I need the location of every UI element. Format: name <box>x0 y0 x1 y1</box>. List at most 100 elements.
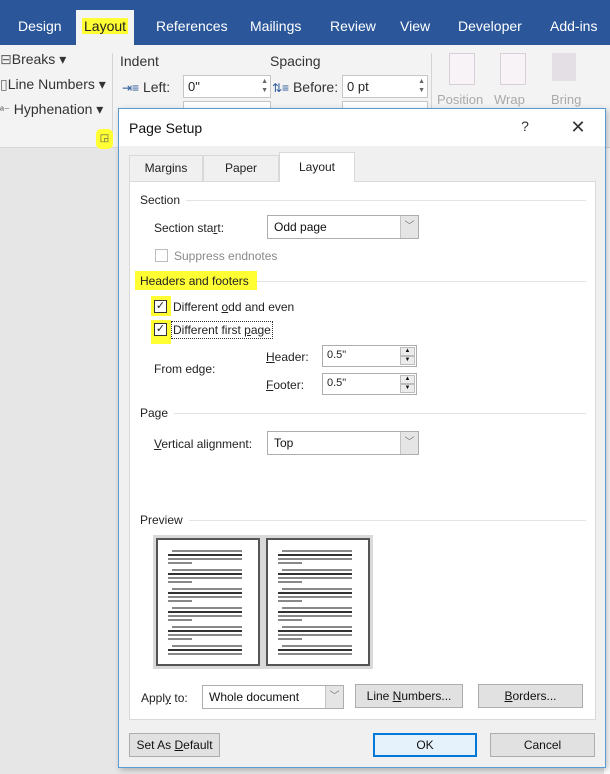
preview-divider <box>140 520 586 521</box>
hyphenation-label: Hyphenation ▾ <box>13 101 104 117</box>
cancel-button[interactable]: Cancel <box>490 733 595 757</box>
preview-text-line <box>282 626 352 628</box>
bring-forward-icon <box>552 53 576 81</box>
preview-text-line <box>278 600 302 602</box>
preview-text-line <box>278 630 352 632</box>
tab-developer[interactable]: Developer <box>450 10 530 45</box>
tab-mailings[interactable]: Mailings <box>242 10 309 45</box>
headers-footers-group-label: Headers and footers <box>140 274 249 288</box>
preview-text-line <box>278 581 302 583</box>
spin-down-icon[interactable]: ▼ <box>400 356 415 365</box>
preview-text-line <box>278 573 352 575</box>
preview-text-line <box>168 577 242 579</box>
dialog-launcher-icon[interactable]: ◲ <box>96 129 113 149</box>
preview-page-right <box>266 538 370 666</box>
tab-references[interactable]: References <box>148 10 236 45</box>
preview-text-line <box>168 619 192 621</box>
preview-text-line <box>278 562 302 564</box>
indent-left-input[interactable]: 0" ▲ ▼ <box>183 75 271 98</box>
borders-button[interactable]: Borders... <box>478 684 583 708</box>
preview-text-line <box>278 592 352 594</box>
footer-spinner[interactable]: ▲ ▼ <box>400 375 415 393</box>
preview-text-line <box>172 626 242 628</box>
line-numbers-button[interactable]: ▯Line Numbers ▾ <box>0 76 106 93</box>
tab-paper[interactable]: Paper <box>203 155 279 181</box>
preview-text-line <box>168 592 242 594</box>
page-setup-dialog: Page Setup ? ✕ Margins Paper Layout Sect… <box>118 108 606 768</box>
preview-text-line <box>172 607 242 609</box>
close-icon: ✕ <box>570 117 586 137</box>
set-as-default-button[interactable]: Set As Default <box>129 733 220 757</box>
header-distance-input[interactable]: 0.5" ▲ ▼ <box>322 345 417 367</box>
wrap-text-icon <box>500 53 526 85</box>
chevron-down-icon: ﹀ <box>400 216 418 238</box>
preview-text-line <box>168 611 242 613</box>
spacing-before-input[interactable]: 0 pt ▲ ▼ <box>342 75 428 98</box>
hyphenation-button[interactable]: ª⁻ Hyphenation ▾ <box>0 101 103 118</box>
tab-layout[interactable]: Layout <box>76 10 135 45</box>
spin-down-icon[interactable]: ▼ <box>400 384 415 393</box>
section-start-label: Section start: <box>154 221 225 235</box>
preview-page-left <box>156 538 260 666</box>
tab-add-ins[interactable]: Add-ins <box>542 10 605 45</box>
footer-label: Footer: <box>266 378 305 392</box>
spin-up-icon[interactable]: ▲ <box>400 347 415 356</box>
preview-text-line <box>168 562 192 564</box>
tab-view[interactable]: View <box>392 10 438 45</box>
preview-text-line <box>282 607 352 609</box>
line-numbers-label: Line Numbers ▾ <box>7 76 106 92</box>
section-start-select[interactable]: Odd page ﹀ <box>267 215 419 239</box>
bring-forward-button[interactable]: Bring <box>551 92 581 107</box>
preview-text-line <box>278 577 352 579</box>
spacing-before-spinner[interactable]: ▲ ▼ <box>418 77 425 95</box>
position-icon <box>449 53 475 85</box>
different-first-page-label: Different first page <box>171 321 273 339</box>
wrap-text-button[interactable]: Wrap <box>494 92 525 107</box>
preview-text-line <box>278 615 352 617</box>
different-odd-even-checkbox[interactable]: ✓ <box>154 300 167 313</box>
vertical-alignment-label: Vertical alignment: <box>154 437 253 451</box>
preview-text-line <box>278 596 352 598</box>
indent-left-spinner[interactable]: ▲ ▼ <box>261 77 268 95</box>
tab-design[interactable]: Design <box>10 10 70 45</box>
tab-layout-dialog[interactable]: Layout <box>279 152 355 182</box>
spin-up-icon[interactable]: ▲ <box>400 375 415 384</box>
preview-text-line <box>168 554 242 556</box>
different-first-page-checkbox[interactable]: ✓ <box>154 323 167 336</box>
close-button[interactable]: ✕ <box>565 115 591 139</box>
breaks-button[interactable]: ⊟Breaks ▾ <box>0 51 66 68</box>
header-label: Header: <box>266 350 309 364</box>
indent-left-icon: ⇥≡ <box>122 81 140 95</box>
vertical-alignment-select[interactable]: Top ﹀ <box>267 431 419 455</box>
preview-text-line <box>168 600 192 602</box>
apply-to-select[interactable]: Whole document ﹀ <box>202 685 344 709</box>
tab-review[interactable]: Review <box>322 10 384 45</box>
preview-text-line <box>168 653 242 655</box>
preview-text-line <box>278 558 352 560</box>
spacing-before-icon: ⇅≡ <box>272 81 290 95</box>
preview-text-line <box>278 634 352 636</box>
preview-text-line <box>278 649 352 651</box>
indent-left-label: ⇥≡ Left: <box>122 79 171 95</box>
help-button[interactable]: ? <box>515 118 535 134</box>
footer-distance-input[interactable]: 0.5" ▲ ▼ <box>322 373 417 395</box>
preview-text-line <box>168 573 242 575</box>
dialog-title: Page Setup <box>129 120 203 136</box>
ok-button[interactable]: OK <box>373 733 477 757</box>
spacing-group-label: Spacing <box>270 53 321 69</box>
breaks-icon: ⊟ <box>0 51 12 67</box>
preview-text-line <box>168 630 242 632</box>
tab-margins[interactable]: Margins <box>129 155 203 181</box>
preview-text-line <box>168 615 242 617</box>
section-divider <box>140 200 586 201</box>
position-button[interactable]: Position <box>437 92 483 107</box>
suppress-endnotes-label: Suppress endnotes <box>174 249 278 263</box>
line-numbers-button[interactable]: Line Numbers... <box>355 684 463 708</box>
different-odd-even-label: Different odd and even <box>173 300 295 314</box>
preview-text-line <box>172 645 242 647</box>
ribbon-tab-bar: Design Layout References Mailings Review… <box>0 0 610 45</box>
breaks-label: Breaks ▾ <box>11 51 67 67</box>
preview-text-line <box>278 611 352 613</box>
header-spinner[interactable]: ▲ ▼ <box>400 347 415 365</box>
suppress-endnotes-checkbox[interactable] <box>155 249 168 262</box>
